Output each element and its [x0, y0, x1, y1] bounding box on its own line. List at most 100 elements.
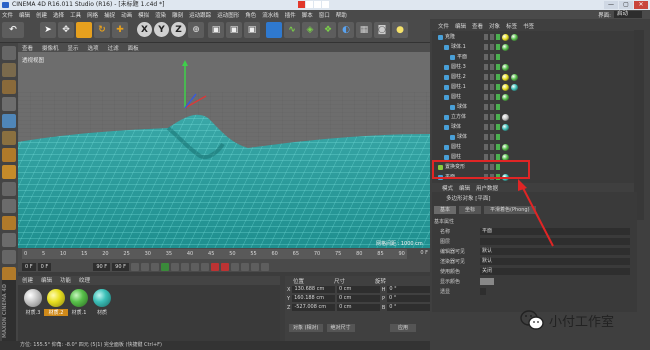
menu-select[interactable]: 选择 — [53, 11, 64, 19]
layout-select[interactable]: 启动 — [613, 11, 642, 18]
material-tag-icon[interactable] — [511, 34, 518, 41]
menu-render[interactable]: 渲染 — [155, 11, 166, 19]
loop-icon[interactable] — [200, 262, 209, 271]
snap-icon[interactable] — [2, 199, 16, 213]
maximize-button[interactable]: ▢ — [619, 1, 633, 9]
menu-file[interactable]: 文件 — [2, 11, 13, 19]
current-frame-field[interactable]: 0 F — [22, 262, 36, 271]
material-tag-icon[interactable] — [502, 74, 509, 81]
object-mode-dropdown[interactable]: 对象 (相对) — [289, 324, 323, 332]
camera-icon[interactable]: ◙ — [374, 22, 390, 38]
rotation-h-field[interactable]: 0 ° — [387, 286, 430, 293]
visibility-flags[interactable] — [484, 134, 500, 140]
close-button[interactable]: ✕ — [634, 1, 648, 9]
menu-sculpt[interactable]: 雕刻 — [172, 11, 183, 19]
visibility-flags[interactable] — [484, 34, 500, 40]
recent-tools-icon[interactable]: ✚ — [112, 22, 128, 38]
rotation-p-field[interactable]: 0 ° — [387, 295, 430, 302]
subdivision-surface-icon[interactable]: ◈ — [302, 22, 318, 38]
points-mode-icon[interactable] — [2, 114, 16, 128]
keyframe-selection-icon[interactable] — [230, 262, 239, 271]
next-key-icon[interactable] — [180, 262, 189, 271]
previous-frame-icon[interactable] — [150, 262, 159, 271]
go-to-start-icon[interactable] — [130, 262, 139, 271]
cloner-icon[interactable]: ❖ — [320, 22, 336, 38]
play-icon[interactable] — [160, 262, 169, 271]
material-tag-icon[interactable] — [502, 144, 509, 151]
rotation-key-icon[interactable] — [250, 262, 259, 271]
render-settings-icon[interactable]: ▣ — [244, 22, 260, 38]
visibility-flags[interactable] — [484, 64, 500, 70]
scale-key-icon[interactable] — [260, 262, 269, 271]
viewport-menu-view[interactable]: 查看 — [22, 44, 33, 52]
undo-icon[interactable]: ↶ — [2, 22, 24, 38]
end-frame-field[interactable]: 90 F — [93, 262, 111, 271]
deformer-icon[interactable]: ◐ — [338, 22, 354, 38]
menu-edit[interactable]: 编辑 — [19, 11, 30, 19]
om-menu-file[interactable]: 文件 — [438, 22, 449, 30]
planar-workplane-icon[interactable] — [2, 250, 16, 264]
om-menu-tags[interactable]: 标签 — [506, 22, 517, 30]
menu-script[interactable]: 脚本 — [302, 11, 313, 19]
menu-plugins[interactable]: 插件 — [285, 11, 296, 19]
name-field[interactable]: 平面 — [480, 228, 630, 235]
size-y-field[interactable]: 0 cm — [337, 295, 380, 302]
viewport-menu-display[interactable]: 显示 — [68, 44, 79, 52]
material-tag-icon[interactable] — [511, 74, 518, 81]
material-menu-texture[interactable]: 纹理 — [79, 276, 90, 285]
object-row[interactable]: 球体 — [432, 133, 634, 142]
visibility-flags[interactable] — [484, 144, 500, 150]
rotate-tool-icon[interactable]: ↻ — [94, 22, 110, 38]
go-to-end-icon[interactable] — [190, 262, 199, 271]
attr-menu-mode[interactable]: 模式 — [442, 184, 453, 192]
z-axis-lock-button[interactable]: Z — [171, 22, 186, 37]
quantize-icon[interactable] — [2, 267, 16, 281]
object-row[interactable]: 圆柱.1 — [432, 83, 634, 92]
material-tag-icon[interactable] — [502, 34, 509, 41]
object-row[interactable]: 圆柱 — [432, 143, 634, 152]
visibility-flags[interactable] — [484, 104, 500, 110]
object-row[interactable]: 圆柱.3 — [432, 63, 634, 72]
light-icon[interactable]: ● — [392, 22, 408, 38]
om-menu-bookmarks[interactable]: 书签 — [523, 22, 534, 30]
material-tag-icon[interactable] — [502, 94, 509, 101]
material-tag-icon[interactable] — [502, 44, 509, 51]
material-tag-icon[interactable] — [502, 124, 509, 131]
menu-window[interactable]: 窗口 — [319, 11, 330, 19]
size-mode-dropdown[interactable]: 绝对尺寸 — [326, 324, 355, 332]
tweak-mode-icon[interactable] — [2, 182, 16, 196]
object-row[interactable]: 球体 — [432, 103, 634, 112]
menu-create[interactable]: 创建 — [36, 11, 47, 19]
record-icon[interactable] — [210, 262, 219, 271]
autokey-icon[interactable] — [220, 262, 229, 271]
om-menu-edit[interactable]: 编辑 — [455, 22, 466, 30]
object-row[interactable]: 平面 — [432, 53, 634, 62]
visibility-flags[interactable] — [484, 84, 500, 90]
menu-tools[interactable]: 工具 — [70, 11, 81, 19]
menu-help[interactable]: 帮助 — [336, 11, 347, 19]
edges-mode-icon[interactable] — [2, 131, 16, 145]
position-x-field[interactable]: 130.688 cm — [292, 286, 336, 293]
attr-menu-edit[interactable]: 编辑 — [459, 184, 470, 192]
om-menu-view[interactable]: 查看 — [472, 22, 483, 30]
material-tag-icon[interactable] — [511, 84, 518, 91]
visibility-flags[interactable] — [484, 94, 500, 100]
attr-menu-userdata[interactable]: 用户数据 — [476, 184, 498, 192]
material-tag-icon[interactable] — [502, 64, 509, 71]
visible-renderer-dropdown[interactable]: 默认 — [480, 258, 630, 265]
position-y-field[interactable]: 160.188 cm — [292, 295, 336, 302]
object-row[interactable]: 球体 — [432, 123, 634, 132]
material-menu-edit[interactable]: 编辑 — [41, 276, 52, 285]
visibility-flags[interactable] — [484, 74, 500, 80]
material-menu-function[interactable]: 功能 — [60, 276, 71, 285]
visibility-flags[interactable] — [484, 44, 500, 50]
object-row[interactable]: 球体.1 — [432, 43, 634, 52]
move-tool-icon[interactable]: ✥ — [58, 22, 74, 38]
cube-primitive-icon[interactable] — [266, 22, 282, 38]
display-color-swatch[interactable] — [480, 278, 494, 285]
object-row[interactable]: 立方体 — [432, 113, 634, 122]
model-mode-icon[interactable] — [2, 63, 16, 77]
material-tag-icon[interactable] — [502, 84, 509, 91]
visible-editor-dropdown[interactable]: 默认 — [480, 248, 630, 255]
polygons-mode-icon[interactable] — [2, 148, 16, 162]
